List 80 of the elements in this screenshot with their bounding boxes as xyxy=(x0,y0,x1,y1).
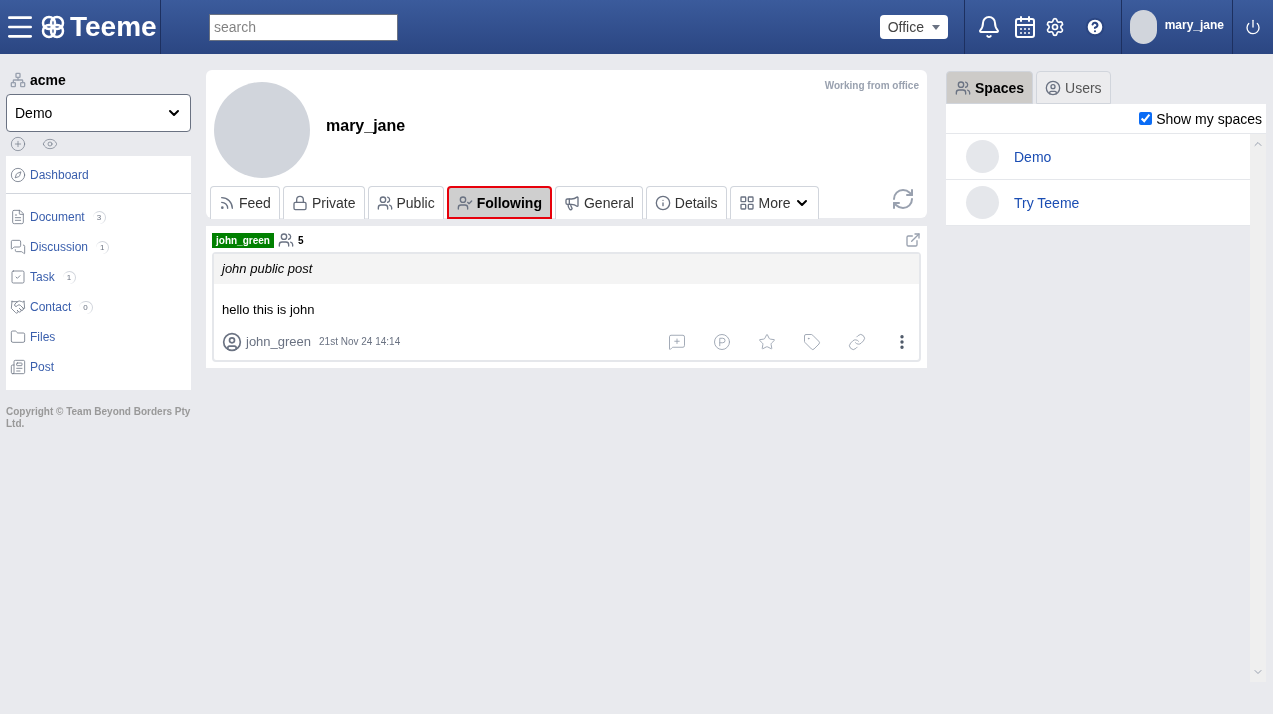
megaphone-icon xyxy=(563,195,580,211)
profile-tab[interactable]: Private xyxy=(282,186,365,219)
avatar[interactable] xyxy=(1130,10,1157,44)
count-badge: 0 xyxy=(79,300,93,314)
org-icon xyxy=(10,72,26,88)
people-icon xyxy=(376,195,393,211)
bell-icon[interactable] xyxy=(977,15,1001,39)
space-thumbnail-placeholder xyxy=(966,186,999,219)
username[interactable]: mary_jane xyxy=(1164,17,1224,33)
caret-icon xyxy=(932,24,940,30)
logo-icon xyxy=(40,14,66,40)
comment-add-icon[interactable] xyxy=(668,332,686,351)
profile-tab[interactable]: Details xyxy=(645,186,727,219)
profile-tab[interactable]: Feed xyxy=(210,186,280,219)
count-badge: 1 xyxy=(96,240,110,254)
expand-icon[interactable] xyxy=(905,232,921,248)
checkbox-label: Show my spaces xyxy=(1156,109,1262,129)
rss-icon xyxy=(219,195,235,211)
user-tag[interactable]: john_green xyxy=(212,232,274,248)
nav-link[interactable]: Files xyxy=(30,329,56,345)
profile-tab[interactable]: More xyxy=(729,186,820,219)
handshake-icon[interactable] xyxy=(10,299,26,315)
p-circle-icon[interactable] xyxy=(713,332,731,351)
post-time: 21st Nov 24 14:14 xyxy=(319,335,401,349)
people-icon xyxy=(955,79,971,96)
side-tab[interactable]: Users xyxy=(1036,71,1111,104)
chat-icon[interactable] xyxy=(10,239,26,255)
eye-icon[interactable] xyxy=(42,136,58,152)
checkbox-icon[interactable] xyxy=(10,269,26,285)
nav-link[interactable]: Document xyxy=(30,209,85,225)
space-link[interactable]: Try Teeme xyxy=(1014,192,1080,213)
member-count: 5 xyxy=(297,233,304,248)
profile-tab[interactable]: Public xyxy=(367,186,444,219)
space-link[interactable]: Demo xyxy=(1014,146,1052,167)
space-thumbnail-placeholder xyxy=(966,140,999,173)
post-title: john public post xyxy=(214,254,919,284)
profile-name: mary_jane xyxy=(326,116,406,136)
add-icon[interactable] xyxy=(10,136,26,152)
count-badge: 1 xyxy=(62,270,77,284)
nav-link[interactable]: Discussion xyxy=(30,239,89,255)
logo-text[interactable]: Teeme xyxy=(70,6,157,48)
copyright-text: Copyright © Team Beyond Borders Pty Ltd. xyxy=(6,406,191,430)
newspaper-icon[interactable] xyxy=(10,359,26,375)
folder-icon[interactable] xyxy=(10,329,26,345)
tag-icon[interactable] xyxy=(803,332,821,351)
people-icon xyxy=(277,232,294,248)
scrollbar[interactable] xyxy=(1250,134,1266,682)
compass-icon[interactable] xyxy=(10,166,26,183)
post-body: hello this is john xyxy=(221,301,316,319)
status-text: Working from office xyxy=(824,79,919,93)
search-field[interactable]: search xyxy=(209,13,398,41)
grid-icon xyxy=(738,195,755,211)
nav-link[interactable]: Contact xyxy=(30,299,72,315)
space-select[interactable]: Demo xyxy=(6,94,191,132)
location-dropdown[interactable]: Office xyxy=(879,15,948,39)
settings-icon[interactable] xyxy=(1045,17,1065,37)
space-row[interactable]: Demo xyxy=(946,134,1250,180)
author-name[interactable]: john_green xyxy=(246,331,312,352)
lock-icon xyxy=(291,195,308,211)
nav-link[interactable]: Dashboard xyxy=(30,166,89,183)
user-icon xyxy=(1045,79,1062,96)
user-check-icon xyxy=(456,194,473,211)
count-badge: 3 xyxy=(92,210,107,224)
author-avatar-icon xyxy=(222,331,242,352)
help-icon[interactable] xyxy=(1085,17,1105,37)
power-icon[interactable] xyxy=(1245,19,1261,35)
link-icon[interactable] xyxy=(848,332,866,351)
space-row[interactable]: Try Teeme xyxy=(946,180,1250,226)
star-icon[interactable] xyxy=(758,332,776,351)
calendar-icon[interactable] xyxy=(1013,15,1037,39)
show-spaces-checkbox[interactable] xyxy=(1139,112,1153,125)
org-name: acme xyxy=(30,71,66,90)
info-icon xyxy=(654,195,671,211)
side-tab[interactable]: Spaces xyxy=(946,71,1034,104)
profile-tab[interactable]: Following xyxy=(446,186,552,219)
nav-link[interactable]: Task xyxy=(30,269,55,285)
profile-tab[interactable]: General xyxy=(554,186,643,219)
document-icon[interactable] xyxy=(10,209,26,225)
refresh-icon[interactable] xyxy=(891,187,915,211)
nav-link[interactable]: Post xyxy=(30,359,54,375)
